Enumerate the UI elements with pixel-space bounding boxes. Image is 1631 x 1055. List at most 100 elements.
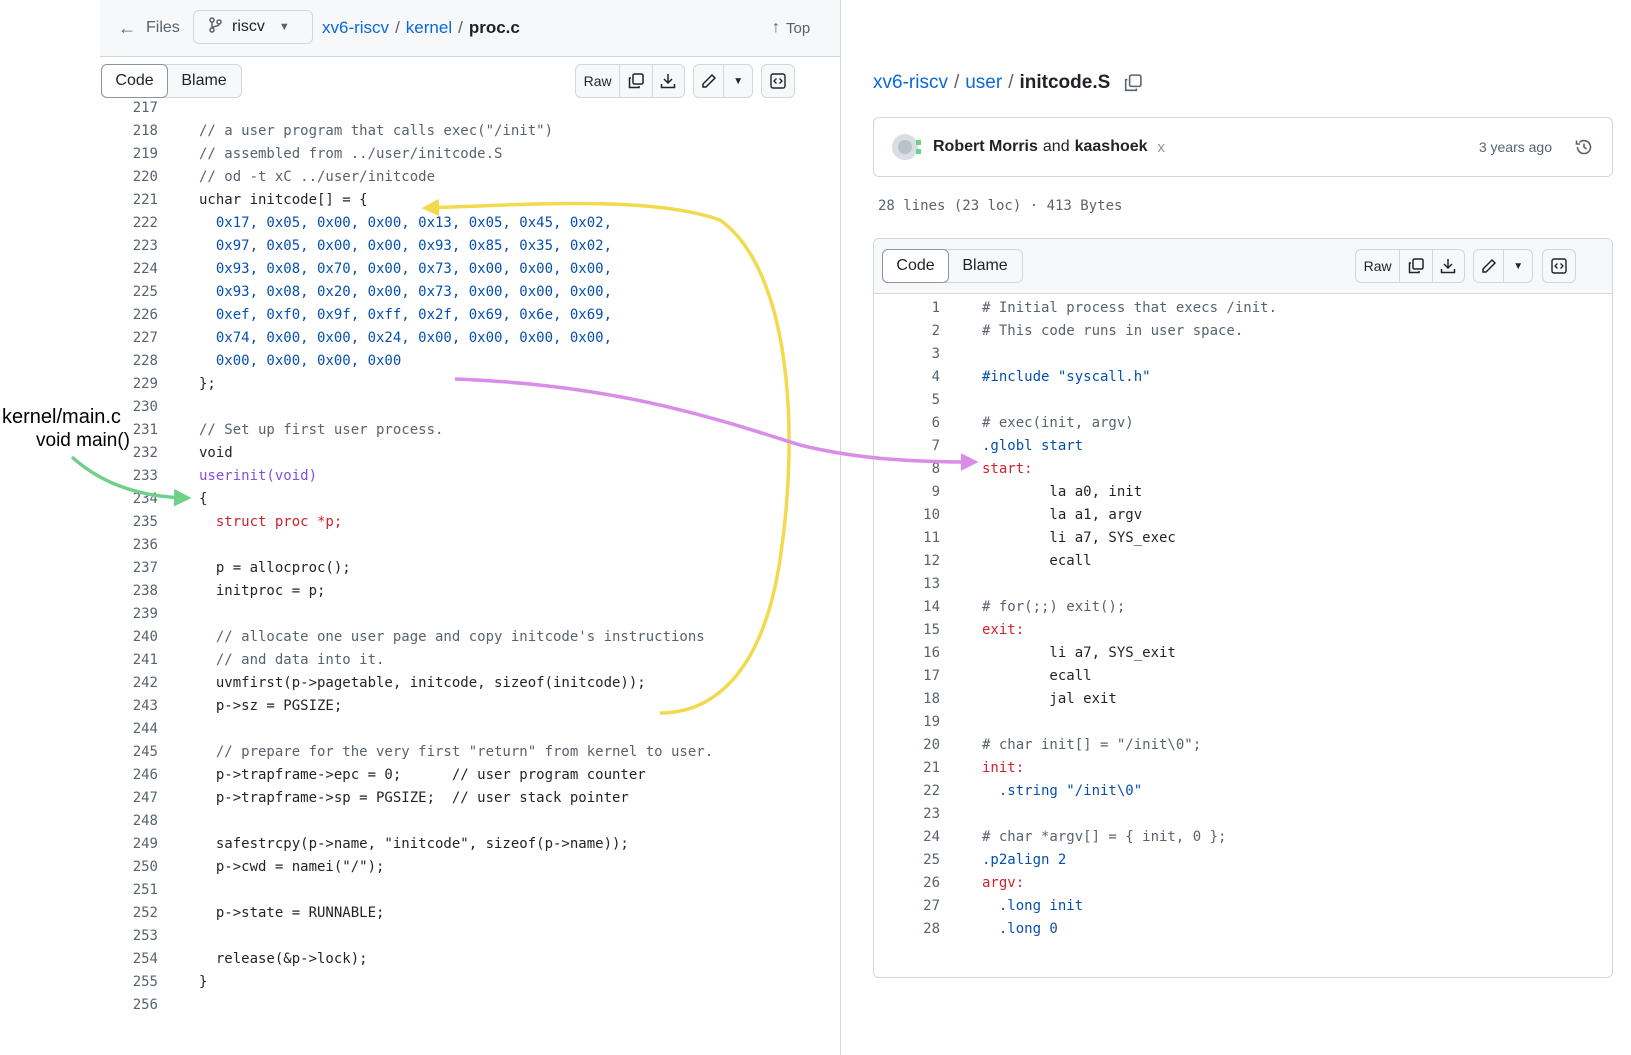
symbols-panel-button[interactable] [1542,249,1576,283]
line-content: struct proc *p; [199,514,343,530]
line-number[interactable]: 235 [100,511,158,534]
line-number[interactable]: 1 [874,297,940,320]
line-number[interactable]: 24 [874,826,940,849]
tab-blame[interactable]: Blame [948,250,1022,282]
line-number[interactable]: 229 [100,373,158,396]
line-number[interactable]: 8 [874,458,940,481]
code-square-icon [770,73,786,89]
line-number[interactable]: 20 [874,734,940,757]
line-number[interactable]: 5 [874,389,940,412]
line-number[interactable]: 3 [874,343,940,366]
line-number[interactable]: 23 [874,803,940,826]
line-number[interactable]: 12 [874,550,940,573]
raw-button[interactable]: Raw [1356,250,1401,282]
line-number[interactable]: 256 [100,994,158,1017]
line-number[interactable]: 9 [874,481,940,504]
line-number[interactable]: 249 [100,833,158,856]
tab-code[interactable]: Code [882,249,950,283]
line-number[interactable]: 18 [874,688,940,711]
line-number[interactable]: 7 [874,435,940,458]
line-number[interactable]: 227 [100,327,158,350]
edit-dropdown[interactable]: ▼ [1504,250,1532,282]
line-number[interactable]: 217 [100,97,158,120]
line-number[interactable]: 234 [100,488,158,511]
line-content: release(&p->lock); [199,951,368,967]
line-number[interactable]: 221 [100,189,158,212]
line-number[interactable]: 236 [100,534,158,557]
edit-button[interactable] [694,65,725,97]
line-number[interactable]: 2 [874,320,940,343]
line-number[interactable]: 253 [100,925,158,948]
line-number[interactable]: 226 [100,304,158,327]
copy-path-button[interactable] [1124,74,1142,92]
line-number[interactable]: 233 [100,465,158,488]
breadcrumb-dir[interactable]: kernel [406,18,452,38]
code-line: 244 [100,718,840,741]
line-number[interactable]: 238 [100,580,158,603]
line-number[interactable]: 4 [874,366,940,389]
line-number[interactable]: 222 [100,212,158,235]
line-number[interactable]: 224 [100,258,158,281]
line-number[interactable]: 246 [100,764,158,787]
line-number[interactable]: 252 [100,902,158,925]
line-number[interactable]: 241 [100,649,158,672]
edit-dropdown[interactable]: ▼ [724,65,752,97]
line-number[interactable]: 22 [874,780,940,803]
breadcrumb-repo[interactable]: xv6-riscv [322,18,389,38]
line-number[interactable]: 220 [100,166,158,189]
line-number[interactable]: 250 [100,856,158,879]
commit-author-a[interactable]: Robert Morris [933,138,1038,156]
commit-author-b[interactable]: kaashoek [1075,138,1148,156]
line-number[interactable]: 254 [100,948,158,971]
line-number[interactable]: 16 [874,642,940,665]
line-number[interactable]: 218 [100,120,158,143]
line-number[interactable]: 239 [100,603,158,626]
line-number[interactable]: 6 [874,412,940,435]
files-button[interactable]: ← Files [118,14,180,42]
code-line: 255} [100,971,840,994]
line-number[interactable]: 13 [874,573,940,596]
branch-selector[interactable]: riscv ▼ [193,10,313,44]
line-number[interactable]: 26 [874,872,940,895]
top-button[interactable]: ↑ Top [772,14,810,42]
download-button[interactable] [1433,250,1464,282]
copy-button[interactable] [1400,250,1433,282]
breadcrumb-dir[interactable]: user [965,72,1002,94]
line-number[interactable]: 237 [100,557,158,580]
line-number[interactable]: 228 [100,350,158,373]
line-number[interactable]: 19 [874,711,940,734]
line-number[interactable]: 27 [874,895,940,918]
line-number[interactable]: 242 [100,672,158,695]
code-line: 233 userinit(void) [100,465,840,488]
tab-code[interactable]: Code [101,64,169,98]
line-number[interactable]: 248 [100,810,158,833]
line-number[interactable]: 247 [100,787,158,810]
line-number[interactable]: 243 [100,695,158,718]
edit-button[interactable] [1474,250,1505,282]
copy-button[interactable] [620,65,653,97]
breadcrumb-repo[interactable]: xv6-riscv [873,72,948,94]
line-number[interactable]: 14 [874,596,940,619]
line-number[interactable]: 21 [874,757,940,780]
line-number[interactable]: 15 [874,619,940,642]
line-number[interactable]: 223 [100,235,158,258]
line-content: void [199,445,233,461]
line-number[interactable]: 11 [874,527,940,550]
line-number[interactable]: 251 [100,879,158,902]
line-number[interactable]: 245 [100,741,158,764]
line-number[interactable]: 255 [100,971,158,994]
tab-blame[interactable]: Blame [167,65,241,97]
symbols-panel-button[interactable] [761,64,795,98]
line-number[interactable]: 240 [100,626,158,649]
commit-status[interactable]: x [1158,139,1166,156]
line-number[interactable]: 244 [100,718,158,741]
line-number[interactable]: 25 [874,849,940,872]
line-number[interactable]: 28 [874,918,940,941]
line-number[interactable]: 17 [874,665,940,688]
history-button[interactable] [1574,137,1594,157]
line-number[interactable]: 10 [874,504,940,527]
raw-button[interactable]: Raw [576,65,621,97]
line-number[interactable]: 225 [100,281,158,304]
download-button[interactable] [653,65,684,97]
line-number[interactable]: 219 [100,143,158,166]
